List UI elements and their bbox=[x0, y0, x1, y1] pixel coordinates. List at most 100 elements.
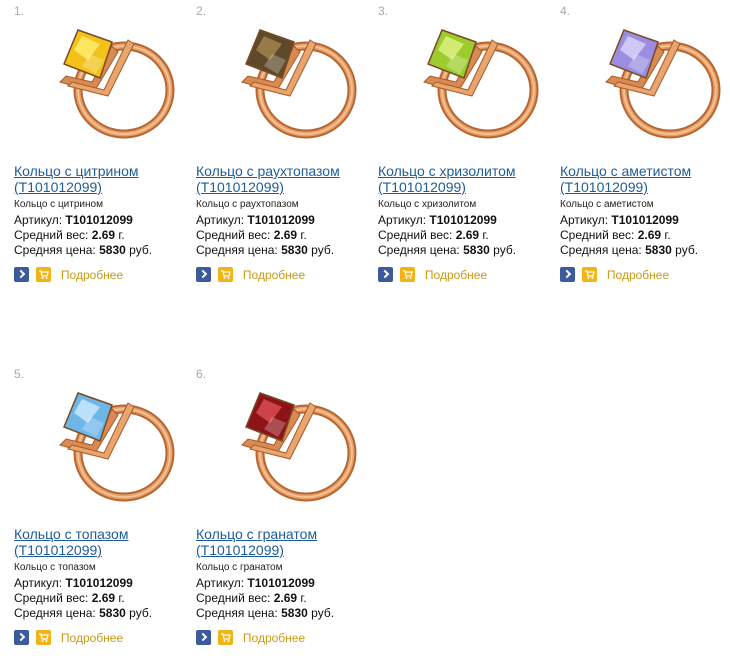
product-subtitle: Кольцо с топазом bbox=[14, 562, 96, 573]
weight-line: Средний вес: 2.69 г. bbox=[560, 228, 671, 242]
card-number: 3. bbox=[378, 4, 389, 18]
more-details-link[interactable]: Подробнее bbox=[243, 631, 305, 645]
ring-image bbox=[605, 29, 721, 139]
price-line: Средняя цена: 5830 руб. bbox=[14, 243, 152, 257]
price-line: Средняя цена: 5830 руб. bbox=[560, 243, 698, 257]
weight-line: Средний вес: 2.69 г. bbox=[196, 591, 307, 605]
article-label: Артикул: bbox=[14, 213, 63, 227]
product-card: 3. Кольцо с хризолитом (T101012099) Коль… bbox=[378, 0, 548, 300]
weight-unit: г. bbox=[300, 228, 307, 242]
article-label: Артикул: bbox=[196, 213, 245, 227]
price-value: 5830 bbox=[463, 243, 490, 257]
product-card: 5. Кольцо с топазом (T101012099) Кольцо … bbox=[14, 363, 184, 663]
cart-icon[interactable] bbox=[36, 267, 52, 283]
weight-unit: г. bbox=[300, 591, 307, 605]
product-image[interactable] bbox=[402, 20, 548, 146]
article-label: Артикул: bbox=[196, 576, 245, 590]
title-line-1: Кольцо с раухтопазом bbox=[196, 163, 340, 179]
price-unit: руб. bbox=[311, 243, 335, 257]
price-unit: руб. bbox=[129, 606, 153, 620]
weight-line: Средний вес: 2.69 г. bbox=[14, 228, 125, 242]
product-image[interactable] bbox=[220, 20, 366, 146]
price-unit: руб. bbox=[311, 606, 335, 620]
weight-label: Средний вес: bbox=[14, 228, 89, 242]
article-label: Артикул: bbox=[560, 213, 609, 227]
weight-label: Средний вес: bbox=[560, 228, 635, 242]
article-line: Артикул: T101012099 bbox=[196, 576, 315, 590]
product-title-link[interactable]: Кольцо с гранатом (T101012099) bbox=[196, 526, 366, 558]
price-value: 5830 bbox=[99, 243, 126, 257]
title-line-1: Кольцо с аметистом bbox=[560, 163, 692, 179]
cart-icon[interactable] bbox=[582, 267, 598, 283]
price-label: Средняя цена: bbox=[196, 606, 278, 620]
title-line-2: (T101012099) bbox=[14, 179, 102, 195]
product-title-link[interactable]: Кольцо с раухтопазом (T101012099) bbox=[196, 163, 366, 195]
weight-label: Средний вес: bbox=[378, 228, 453, 242]
arrow-right-icon[interactable] bbox=[196, 267, 211, 283]
weight-line: Средний вес: 2.69 г. bbox=[14, 591, 125, 605]
article-line: Артикул: T101012099 bbox=[14, 213, 133, 227]
product-image[interactable] bbox=[38, 383, 184, 509]
more-details-link[interactable]: Подробнее bbox=[607, 268, 669, 282]
weight-value: 2.69 bbox=[455, 228, 480, 242]
title-line-2: (T101012099) bbox=[14, 542, 102, 558]
product-title-link[interactable]: Кольцо с хризолитом (T101012099) bbox=[378, 163, 548, 195]
more-details-link[interactable]: Подробнее bbox=[61, 268, 123, 282]
more-details-link[interactable]: Подробнее bbox=[61, 631, 123, 645]
weight-line: Средний вес: 2.69 г. bbox=[196, 228, 307, 242]
arrow-right-icon[interactable] bbox=[14, 267, 29, 283]
price-unit: руб. bbox=[675, 243, 699, 257]
product-image[interactable] bbox=[584, 20, 730, 146]
card-number: 6. bbox=[196, 367, 207, 381]
article-value: T101012099 bbox=[65, 213, 133, 227]
price-label: Средняя цена: bbox=[196, 243, 278, 257]
article-value: T101012099 bbox=[247, 576, 315, 590]
arrow-right-icon[interactable] bbox=[560, 267, 575, 283]
more-details-link[interactable]: Подробнее bbox=[243, 268, 305, 282]
price-line: Средняя цена: 5830 руб. bbox=[378, 243, 516, 257]
price-line: Средняя цена: 5830 руб. bbox=[14, 606, 152, 620]
arrow-right-icon[interactable] bbox=[14, 630, 29, 646]
cart-icon[interactable] bbox=[36, 630, 52, 646]
product-card: 2. Кольцо с раухтопазом (T101012099) Кол… bbox=[196, 0, 366, 300]
product-title-link[interactable]: Кольцо с цитрином (T101012099) bbox=[14, 163, 184, 195]
weight-unit: г. bbox=[482, 228, 489, 242]
cart-icon[interactable] bbox=[218, 267, 234, 283]
cart-icon[interactable] bbox=[218, 630, 234, 646]
weight-unit: г. bbox=[118, 591, 125, 605]
weight-value: 2.69 bbox=[91, 228, 116, 242]
weight-label: Средний вес: bbox=[196, 591, 271, 605]
arrow-right-icon[interactable] bbox=[196, 630, 211, 646]
article-line: Артикул: T101012099 bbox=[196, 213, 315, 227]
title-line-2: (T101012099) bbox=[196, 179, 284, 195]
article-line: Артикул: T101012099 bbox=[14, 576, 133, 590]
article-label: Артикул: bbox=[14, 576, 63, 590]
product-subtitle: Кольцо с хризолитом bbox=[378, 199, 477, 210]
weight-unit: г. bbox=[664, 228, 671, 242]
arrow-right-icon[interactable] bbox=[378, 267, 393, 283]
title-line-2: (T101012099) bbox=[560, 179, 648, 195]
cart-icon[interactable] bbox=[400, 267, 416, 283]
product-image[interactable] bbox=[38, 20, 184, 146]
product-image[interactable] bbox=[220, 383, 366, 509]
ring-image bbox=[59, 392, 175, 502]
card-actions: Подробнее bbox=[378, 266, 487, 283]
card-number: 5. bbox=[14, 367, 25, 381]
price-label: Средняя цена: bbox=[560, 243, 642, 257]
price-unit: руб. bbox=[129, 243, 153, 257]
more-details-link[interactable]: Подробнее bbox=[425, 268, 487, 282]
article-value: T101012099 bbox=[429, 213, 497, 227]
title-line-1: Кольцо с гранатом bbox=[196, 526, 318, 542]
product-subtitle: Кольцо с раухтопазом bbox=[196, 199, 299, 210]
ring-image bbox=[59, 29, 175, 139]
product-subtitle: Кольцо с цитрином bbox=[14, 199, 103, 210]
product-card: 1. Кольцо с цитрином (T101012099) Кольцо… bbox=[14, 0, 184, 300]
product-card: 4. Кольцо с аметистом (T101012099) Кольц… bbox=[560, 0, 730, 300]
product-title-link[interactable]: Кольцо с топазом (T101012099) bbox=[14, 526, 184, 558]
card-actions: Подробнее bbox=[560, 266, 669, 283]
card-actions: Подробнее bbox=[196, 266, 305, 283]
product-title-link[interactable]: Кольцо с аметистом (T101012099) bbox=[560, 163, 730, 195]
weight-value: 2.69 bbox=[273, 591, 298, 605]
weight-value: 2.69 bbox=[91, 591, 116, 605]
article-line: Артикул: T101012099 bbox=[378, 213, 497, 227]
